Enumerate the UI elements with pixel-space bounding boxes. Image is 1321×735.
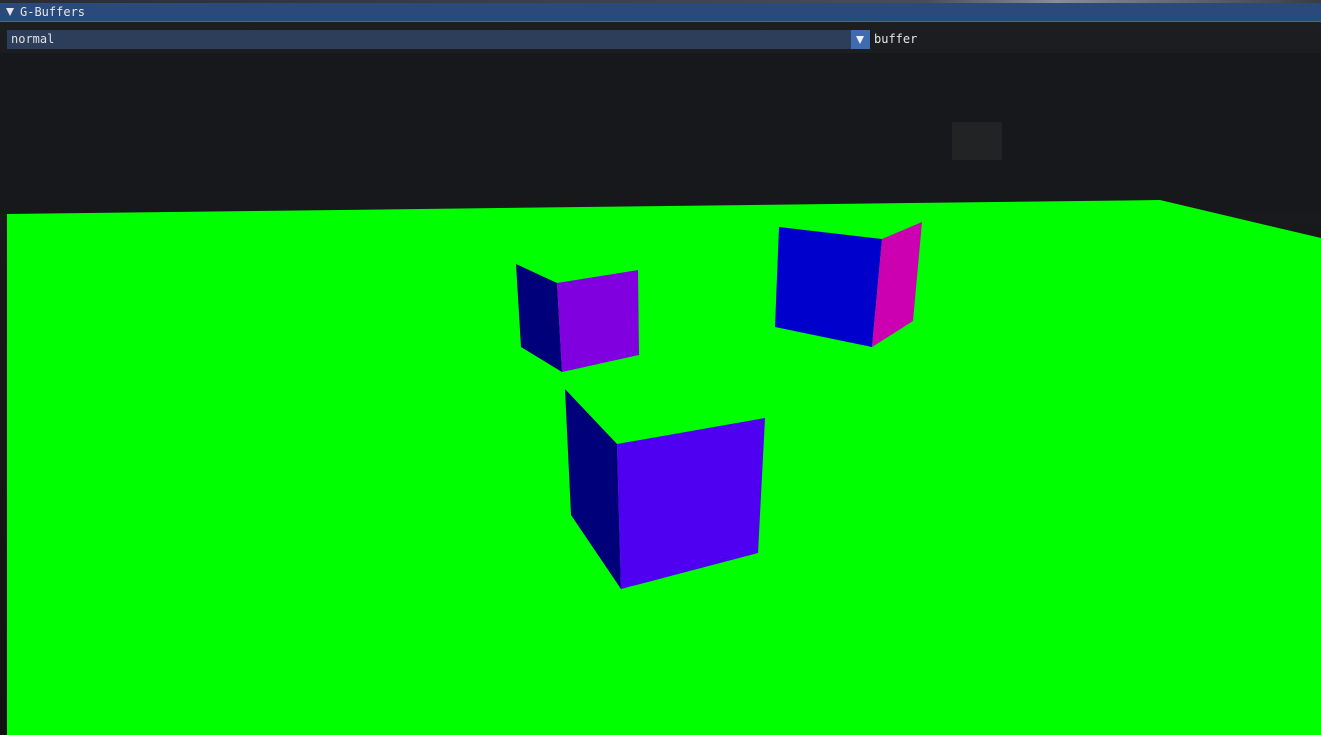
buffer-combo-value: normal (11, 32, 55, 46)
window-titlebar[interactable]: G-Buffers (0, 3, 1321, 22)
background-sky (0, 53, 1321, 213)
buffer-combo-arrow-button[interactable] (851, 30, 870, 49)
buffer-combo-label: buffer (874, 32, 918, 46)
background-distant-object (952, 122, 1002, 160)
toolbar: normal buffer (0, 23, 1321, 53)
cube-right-front-face (775, 227, 882, 347)
buffer-combo[interactable]: normal (7, 30, 870, 49)
collapse-icon[interactable] (6, 7, 14, 16)
app-window: G-Buffers normal buffer (0, 0, 1321, 735)
cube-left-front-face (557, 270, 639, 372)
chevron-down-icon (856, 36, 864, 44)
window-title: G-Buffers (20, 5, 86, 19)
render-viewport[interactable] (0, 53, 1321, 735)
gbuffer-render (0, 53, 1321, 735)
